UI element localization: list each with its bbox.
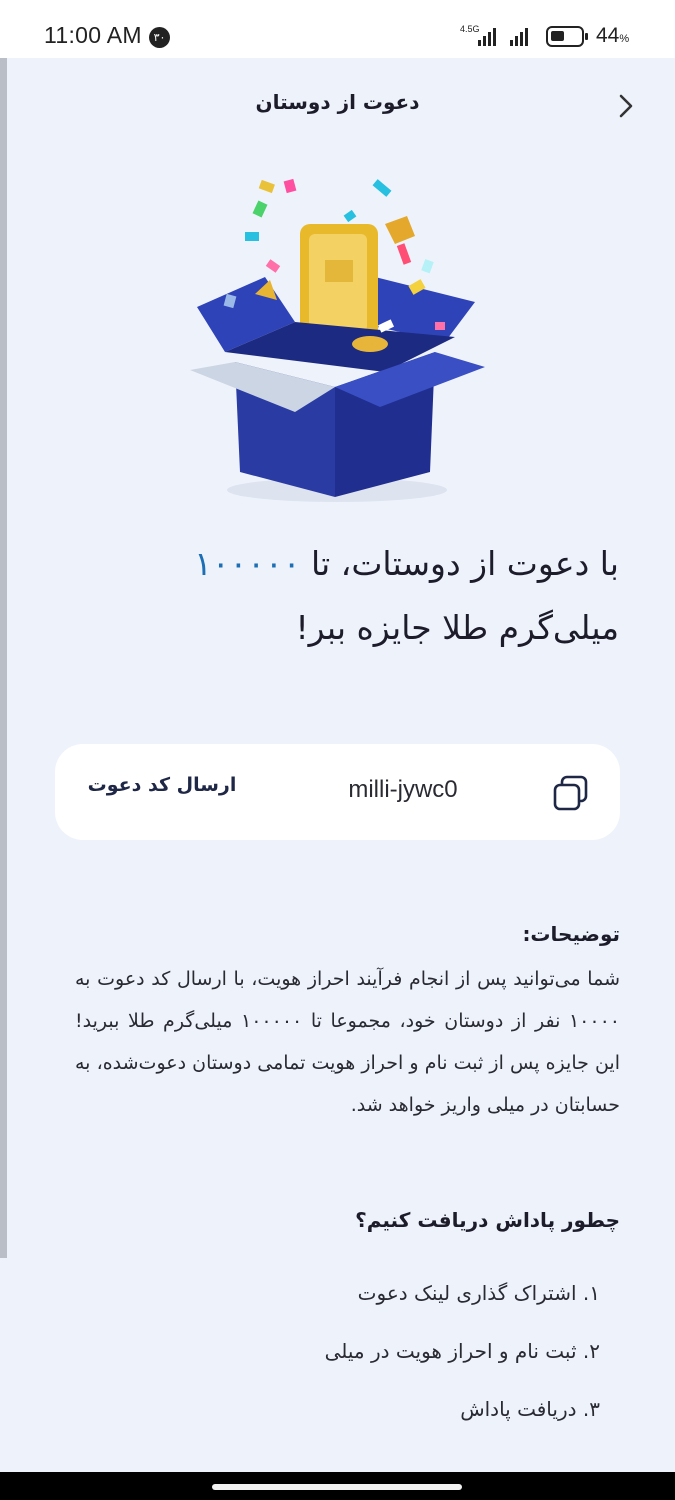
page-title: دعوت از دوستان xyxy=(255,90,420,114)
headline: با دعوت از دوستات، تا ۱۰۰۰۰۰ میلی‌گرم طل… xyxy=(59,532,619,660)
headline-amount: ۱۰۰۰۰۰ xyxy=(194,544,301,583)
step-item: ۳. دریافت پاداش xyxy=(460,1397,600,1421)
battery-percent: 44% xyxy=(596,24,630,47)
copy-icon[interactable] xyxy=(551,773,591,813)
scroll-edge xyxy=(0,58,7,1258)
description-body: شما می‌توانید پس از انجام فرآیند احراز ه… xyxy=(75,968,620,1116)
send-invite-button[interactable]: ارسال کد دعوت xyxy=(77,774,247,796)
step-item: ۲. ثبت نام و احراز هویت در میلی xyxy=(324,1339,600,1363)
headline-line1: با دعوت از دوستات، تا xyxy=(300,544,619,583)
gift-box-illustration xyxy=(190,178,485,502)
notification-badge: ۳۰ xyxy=(149,27,170,48)
steps-list: ۱. اشتراک گذاری لینک دعوت ۲. ثبت نام و ا… xyxy=(325,1278,600,1452)
signal-icon xyxy=(478,26,496,46)
howto-title: چطور پاداش دریافت کنیم؟ xyxy=(355,1208,620,1232)
invite-code: milli-jywc0 xyxy=(348,776,458,803)
description-title: توضیحات: xyxy=(522,922,620,946)
invite-code-card: milli-jywc0 ارسال کد دعوت xyxy=(55,744,620,840)
step-item: ۱. اشتراک گذاری لینک دعوت xyxy=(357,1281,600,1305)
status-time: 11:00 AM xyxy=(44,22,142,48)
chevron-right-icon[interactable] xyxy=(614,92,638,120)
network-type: 4.5G xyxy=(460,24,480,34)
signal-icon-2 xyxy=(510,26,528,46)
home-indicator[interactable] xyxy=(212,1484,462,1490)
headline-line2: میلی‌گرم طلا جایزه ببر! xyxy=(295,608,619,647)
battery-icon xyxy=(546,26,588,47)
